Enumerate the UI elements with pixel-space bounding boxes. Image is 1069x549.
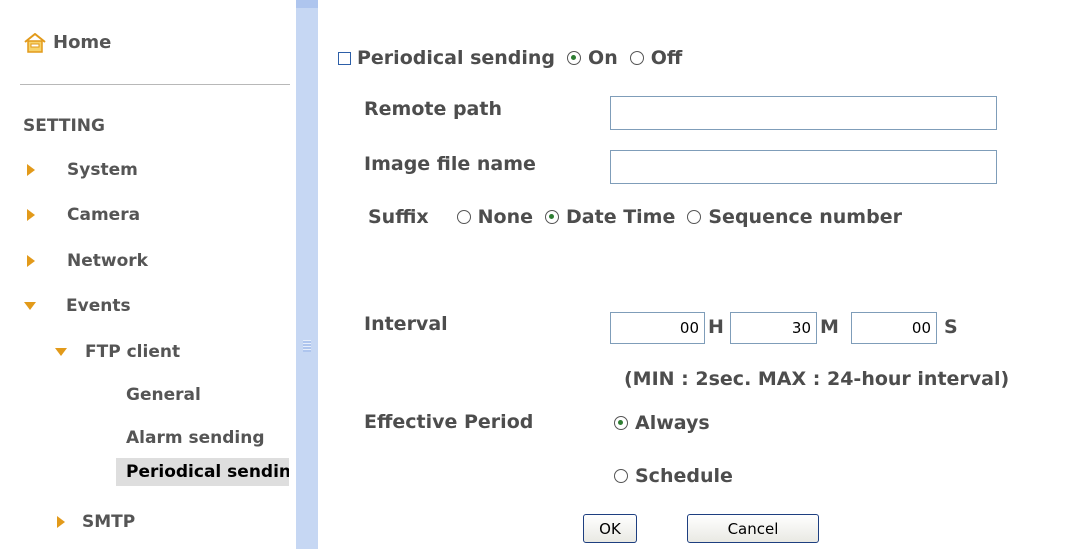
- effective-always-radio[interactable]: [614, 416, 628, 430]
- scrollbar-top: [296, 0, 318, 8]
- scrollbar-grip-icon[interactable]: [303, 340, 311, 352]
- setting-heading: SETTING: [23, 116, 105, 136]
- effective-always-row: Always: [614, 412, 710, 434]
- suffix-none-radio[interactable]: [456, 210, 471, 224]
- arrow-right-icon: [57, 516, 65, 528]
- home-icon: [24, 32, 46, 53]
- arrow-down-icon: [55, 348, 67, 356]
- periodical-on-radio[interactable]: [567, 51, 582, 65]
- arrow-right-icon: [27, 209, 35, 221]
- periodical-off-radio[interactable]: [629, 51, 644, 65]
- sidebar-scrollbar[interactable]: [296, 0, 318, 549]
- arrow-down-icon: [24, 302, 36, 310]
- sidebar-item-label: SMTP: [82, 512, 136, 532]
- interval-hours-unit: H: [708, 316, 724, 338]
- interval-seconds-input[interactable]: 00: [851, 312, 937, 344]
- sidebar-item-camera[interactable]: Camera: [27, 205, 140, 225]
- sidebar-item-label: FTP client: [85, 342, 181, 362]
- interval-seconds-unit: S: [944, 316, 958, 338]
- main-form: Periodical sending On Off Remote path Im…: [318, 0, 1069, 549]
- periodical-checkbox[interactable]: [338, 51, 351, 65]
- sidebar-subitem-alarm-sending[interactable]: Alarm sending: [126, 428, 265, 448]
- suffix-sequence-radio[interactable]: [687, 210, 702, 224]
- ok-button[interactable]: OK: [583, 514, 637, 543]
- periodical-off-label: Off: [650, 47, 683, 69]
- sidebar-item-smtp[interactable]: SMTP: [57, 512, 135, 532]
- interval-note: (MIN : 2sec. MAX : 24-hour interval): [624, 368, 1010, 390]
- effective-period-label: Effective Period: [364, 411, 534, 433]
- sidebar-divider: [20, 84, 290, 85]
- suffix-datetime-label: Date Time: [566, 206, 676, 228]
- sidebar-item-label: Network: [67, 251, 148, 271]
- effective-always-label: Always: [635, 412, 710, 434]
- image-file-name-input[interactable]: [610, 150, 997, 184]
- sidebar-item-label: System: [67, 160, 138, 180]
- periodical-label: Periodical sending: [357, 47, 556, 69]
- interval-label: Interval: [364, 313, 448, 335]
- home-label: Home: [53, 32, 112, 53]
- suffix-none-label: None: [477, 206, 534, 228]
- sidebar-item-system[interactable]: System: [27, 160, 138, 180]
- cancel-button[interactable]: Cancel: [687, 514, 819, 543]
- interval-minutes-input[interactable]: 30: [730, 312, 817, 344]
- effective-schedule-radio[interactable]: [614, 469, 628, 483]
- sidebar-item-label: Events: [66, 296, 131, 316]
- effective-schedule-row: Schedule: [614, 465, 733, 487]
- periodical-on-label: On: [588, 47, 618, 69]
- arrow-right-icon: [27, 255, 35, 267]
- suffix-label: Suffix: [368, 206, 429, 228]
- sidebar-item-events[interactable]: Events: [24, 296, 131, 316]
- sidebar-subitem-periodical-sending[interactable]: Periodical sending: [116, 458, 289, 486]
- arrow-right-icon: [27, 164, 35, 176]
- sidebar-item-ftp-client[interactable]: FTP client: [55, 342, 180, 362]
- remote-path-input[interactable]: [610, 96, 997, 130]
- suffix-row: Suffix None Date Time Sequence number: [368, 206, 902, 228]
- effective-schedule-label: Schedule: [635, 465, 733, 487]
- sidebar-nav: Home SETTING System Camera Network Event…: [0, 0, 296, 549]
- interval-hours-input[interactable]: 00: [610, 312, 705, 344]
- periodical-row: Periodical sending On Off: [338, 47, 682, 69]
- sidebar-item-label: Camera: [67, 205, 141, 225]
- suffix-datetime-radio[interactable]: [545, 210, 560, 224]
- interval-minutes-unit: M: [820, 316, 839, 338]
- image-file-name-label: Image file name: [364, 153, 536, 175]
- home-link[interactable]: Home: [23, 32, 111, 53]
- sidebar-subitem-general[interactable]: General: [126, 385, 201, 405]
- suffix-sequence-label: Sequence number: [708, 206, 902, 228]
- remote-path-label: Remote path: [364, 98, 502, 120]
- sidebar-item-network[interactable]: Network: [27, 251, 148, 271]
